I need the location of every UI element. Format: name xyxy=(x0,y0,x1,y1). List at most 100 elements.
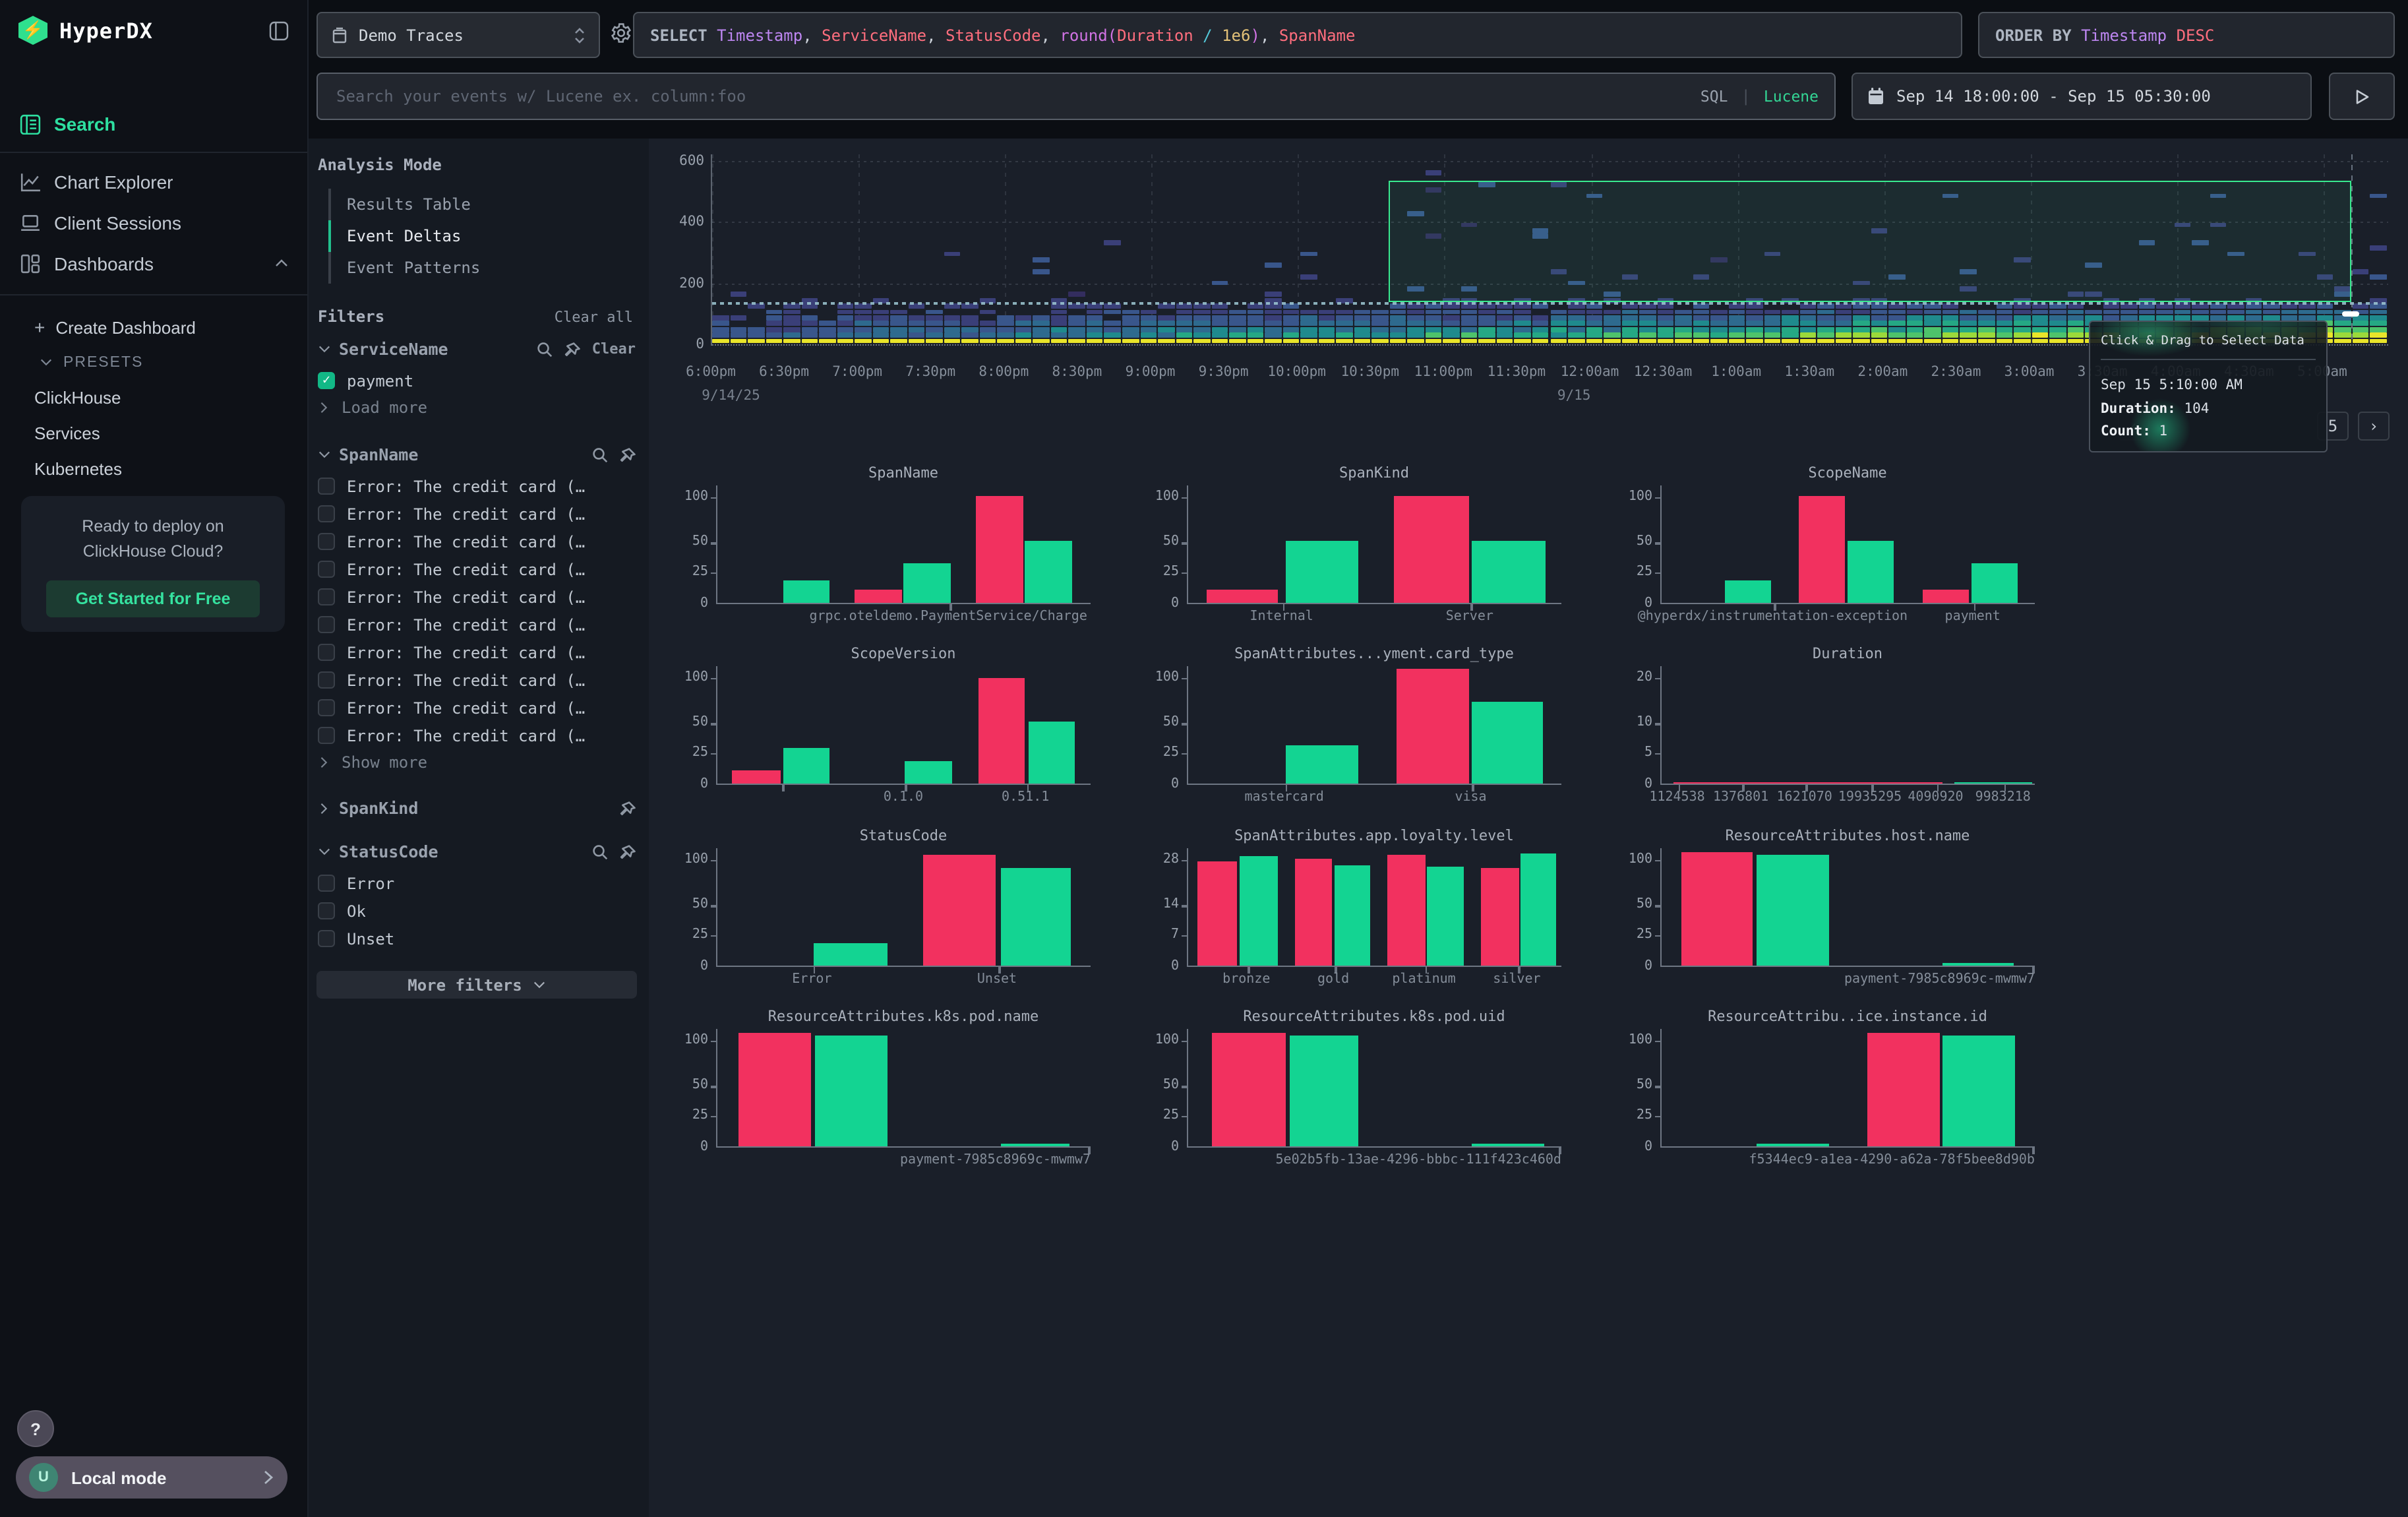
local-mode-menu[interactable]: U Local mode xyxy=(16,1456,287,1499)
search-icon[interactable] xyxy=(592,844,608,859)
checkbox[interactable] xyxy=(318,875,335,892)
pin-icon[interactable] xyxy=(620,447,636,462)
run-query-button[interactable] xyxy=(2329,73,2395,120)
checkbox[interactable] xyxy=(318,561,335,578)
sidebar-item-chart-explorer[interactable]: Chart Explorer xyxy=(0,161,307,202)
checkbox[interactable] xyxy=(318,588,335,605)
filter-option-row[interactable]: ✓payment xyxy=(318,367,636,394)
delta-chart-resourceattribu-ice-instance-id[interactable]: ResourceAttribu..ice.instance.id02550100… xyxy=(1608,1008,2056,1182)
heatmap-cell xyxy=(998,327,1014,332)
order-by-editor[interactable]: ORDER BY Timestamp DESC xyxy=(1978,12,2395,58)
sidebar-item-dashboards[interactable]: Dashboards xyxy=(0,243,307,284)
search-icon[interactable] xyxy=(592,447,608,462)
filter-option-row[interactable]: Error xyxy=(318,869,636,897)
delta-chart-spanattributes-yment-card-type[interactable]: SpanAttributes...yment.card_type02550100… xyxy=(1134,645,1582,819)
filter-group-header[interactable]: SpanKind xyxy=(318,798,636,818)
sql-select-editor[interactable]: SELECT Timestamp, ServiceName, StatusCod… xyxy=(633,12,1962,58)
presets-section-toggle[interactable]: PRESETS xyxy=(0,346,307,380)
checkbox-checked[interactable]: ✓ xyxy=(318,372,335,389)
filter-option-row[interactable]: Error: The credit card (… xyxy=(318,694,636,722)
delta-chart-spankind[interactable]: SpanKind02550100InternalServer xyxy=(1134,464,1582,638)
duration-heatmap[interactable] xyxy=(711,154,2388,346)
filter-option-row[interactable]: Error: The credit card (… xyxy=(318,638,636,666)
checkbox[interactable] xyxy=(318,533,335,550)
load-more-link[interactable]: Load more xyxy=(318,394,636,421)
checkbox[interactable] xyxy=(318,671,335,689)
delta-chart-resourceattributes-k8s-pod-uid[interactable]: ResourceAttributes.k8s.pod.uid025501005e… xyxy=(1134,1008,1582,1182)
pin-icon[interactable] xyxy=(620,844,636,859)
heatmap-cell xyxy=(1728,327,1745,332)
filter-group-header[interactable]: ServiceNameClear xyxy=(318,339,636,359)
more-filters-button[interactable]: More filters xyxy=(316,971,637,999)
delta-chart-spanname[interactable]: SpanName02550100grpc.oteldemo.PaymentSer… xyxy=(663,464,1112,638)
heatmap-cell xyxy=(1300,309,1317,315)
checkbox[interactable] xyxy=(318,727,335,744)
search-icon[interactable] xyxy=(537,341,553,357)
lang-toggle-lucene[interactable]: Lucene xyxy=(1764,87,1819,106)
sidebar-item-search[interactable]: Search xyxy=(0,103,307,144)
preset-clickhouse[interactable]: ClickHouse xyxy=(0,380,307,416)
filter-option-row[interactable]: Error: The credit card (… xyxy=(318,555,636,583)
search-input[interactable] xyxy=(334,86,1687,107)
selection-rectangle[interactable] xyxy=(1389,181,2351,302)
chevron-right-icon xyxy=(318,801,331,815)
checkbox[interactable] xyxy=(318,644,335,661)
heatmap-cell xyxy=(1426,338,1442,344)
checkbox[interactable] xyxy=(318,930,335,947)
heatmap-cell xyxy=(1336,309,1352,315)
heatmap-cell xyxy=(2370,321,2387,326)
filter-option-row[interactable]: Error: The credit card (… xyxy=(318,611,636,638)
show-more-link[interactable]: Show more xyxy=(318,749,636,776)
drag-handle[interactable] xyxy=(2342,311,2359,316)
lang-toggle-sql[interactable]: SQL xyxy=(1701,87,1728,106)
filter-option-row[interactable]: Error: The credit card (… xyxy=(318,472,636,500)
pin-icon[interactable] xyxy=(564,341,580,357)
get-started-button[interactable]: Get Started for Free xyxy=(47,580,260,617)
clear-all-filters-link[interactable]: Clear all xyxy=(555,309,633,326)
heatmap-cell xyxy=(1443,338,1460,344)
heatmap-cell xyxy=(962,327,978,332)
checkbox[interactable] xyxy=(318,699,335,716)
filter-option-row[interactable]: Unset xyxy=(318,925,636,952)
help-button[interactable]: ? xyxy=(17,1410,54,1447)
pin-icon[interactable] xyxy=(620,800,636,816)
checkbox[interactable] xyxy=(318,478,335,495)
delta-chart-scopename[interactable]: ScopeName02550100@hyperdx/instrumentatio… xyxy=(1608,464,2056,638)
heatmap-cell xyxy=(1942,309,1959,315)
heatmap-cell xyxy=(926,332,943,338)
time-range-picker[interactable]: Sep 14 18:00:00 - Sep 15 05:30:00 xyxy=(1851,73,2312,120)
preset-services[interactable]: Services xyxy=(0,416,307,451)
gear-icon[interactable] xyxy=(609,21,633,45)
filter-option-row[interactable]: Error: The credit card (… xyxy=(318,666,636,694)
heatmap-cell xyxy=(2032,332,2048,338)
filter-option-row[interactable]: Error: The credit card (… xyxy=(318,583,636,611)
filter-option-row[interactable]: Error: The credit card (… xyxy=(318,528,636,555)
delta-chart-resourceattributes-host-name[interactable]: ResourceAttributes.host.name02550100paym… xyxy=(1608,827,2056,1001)
filter-option-row[interactable]: Error: The credit card (… xyxy=(318,500,636,528)
create-dashboard-button[interactable]: +Create Dashboard xyxy=(0,309,307,346)
next-page-button[interactable]: › xyxy=(2358,412,2390,441)
checkbox[interactable] xyxy=(318,505,335,522)
filter-group-header[interactable]: SpanName xyxy=(318,445,636,464)
heatmap-cell xyxy=(1532,315,1549,321)
delta-chart-duration[interactable]: Duration05102011245381376801162107019935… xyxy=(1608,645,2056,819)
preset-kubernetes[interactable]: Kubernetes xyxy=(0,451,307,487)
sidebar-item-client-sessions[interactable]: Client Sessions xyxy=(0,202,307,243)
source-select[interactable]: Demo Traces xyxy=(316,12,600,58)
delta-chart-statuscode[interactable]: StatusCode02550100ErrorUnset xyxy=(663,827,1112,1001)
analysis-mode-results-table[interactable]: Results Table xyxy=(318,189,636,220)
filter-option-row[interactable]: Error: The credit card (… xyxy=(318,722,636,749)
filter-option-row[interactable]: Ok xyxy=(318,897,636,925)
analysis-mode-event-deltas[interactable]: Event Deltas xyxy=(318,220,636,252)
heatmap-cell xyxy=(1122,309,1139,315)
delta-chart-spanattributes-app-loyalty-level[interactable]: SpanAttributes.app.loyalty.level071428br… xyxy=(1134,827,1582,1001)
clear-group-link[interactable]: Clear xyxy=(592,340,636,357)
filter-group-header[interactable]: StatusCode xyxy=(318,842,636,861)
checkbox[interactable] xyxy=(318,616,335,633)
checkbox[interactable] xyxy=(318,902,335,919)
delta-chart-resourceattributes-k8s-pod-name[interactable]: ResourceAttributes.k8s.pod.name02550100p… xyxy=(663,1008,1112,1182)
analysis-mode-event-patterns[interactable]: Event Patterns xyxy=(318,252,636,284)
delta-chart-scopeversion[interactable]: ScopeVersion025501000.1.00.51.1 xyxy=(663,645,1112,819)
y-axis-label: 0 xyxy=(1608,596,1652,611)
collapse-sidebar-icon[interactable] xyxy=(269,20,289,40)
